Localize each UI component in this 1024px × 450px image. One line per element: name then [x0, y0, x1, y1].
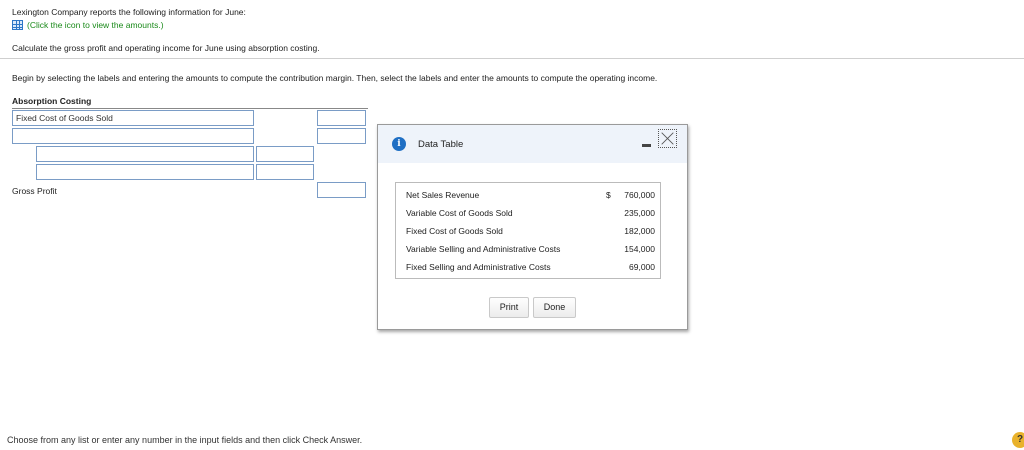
done-button[interactable]: Done [533, 297, 576, 318]
close-icon[interactable] [658, 129, 677, 148]
currency-symbol: $ [606, 190, 611, 200]
row-value: 69,000 [629, 262, 655, 272]
view-amounts-link[interactable]: (Click the icon to view the amounts.) [12, 20, 164, 30]
row-value: 235,000 [624, 208, 655, 218]
row-label: Fixed Selling and Administrative Costs [406, 262, 551, 272]
dialog-title: Data Table [418, 139, 464, 150]
intro-text: Lexington Company reports the following … [12, 6, 246, 18]
row2-amount-input[interactable] [317, 128, 366, 144]
gross-profit-input[interactable] [317, 182, 366, 198]
view-amounts-label[interactable]: (Click the icon to view the amounts.) [27, 20, 164, 30]
worksheet-title: Absorption Costing [12, 96, 92, 106]
minimize-icon[interactable] [642, 144, 651, 147]
help-icon[interactable]: ? [1012, 432, 1024, 448]
row4-amount-input[interactable] [256, 164, 314, 180]
row1-amount-input[interactable] [317, 110, 366, 126]
table-row: Variable Cost of Goods Sold 235,000 [396, 204, 660, 222]
table-icon[interactable] [12, 20, 23, 30]
amounts-table: Net Sales Revenue $ 760,000 Variable Cos… [395, 182, 661, 279]
worksheet-rule [12, 108, 368, 109]
row3-amount-input[interactable] [256, 146, 314, 162]
gross-profit-label: Gross Profit [12, 186, 57, 196]
row-value: 760,000 [624, 190, 655, 200]
row3-label-select[interactable] [36, 146, 254, 162]
row2-label-select[interactable] [12, 128, 254, 144]
table-row: Variable Selling and Administrative Cost… [396, 240, 660, 258]
row-value: 154,000 [624, 244, 655, 254]
row-label: Variable Cost of Goods Sold [406, 208, 513, 218]
question-text: Calculate the gross profit and operating… [12, 43, 320, 53]
dialog-header: i Data Table [378, 125, 687, 163]
row4-label-select[interactable] [36, 164, 254, 180]
divider [0, 58, 1024, 59]
intro-line: Lexington Company reports the following … [12, 7, 246, 17]
table-row: Fixed Selling and Administrative Costs 6… [396, 258, 660, 276]
instructions-text: Begin by selecting the labels and enteri… [12, 73, 658, 83]
row-value: 182,000 [624, 226, 655, 236]
row-label: Variable Selling and Administrative Cost… [406, 244, 561, 254]
row-label: Net Sales Revenue [406, 190, 480, 200]
info-icon: i [392, 137, 406, 151]
row-label: Fixed Cost of Goods Sold [406, 226, 503, 236]
print-button[interactable]: Print [489, 297, 529, 318]
table-row: Net Sales Revenue $ 760,000 [396, 186, 660, 204]
row1-label-select[interactable]: Fixed Cost of Goods Sold [12, 110, 254, 126]
data-table-dialog: i Data Table Net Sales Revenue $ 760,000… [377, 124, 688, 330]
table-row: Fixed Cost of Goods Sold 182,000 [396, 222, 660, 240]
footer-hint: Choose from any list or enter any number… [7, 435, 363, 445]
